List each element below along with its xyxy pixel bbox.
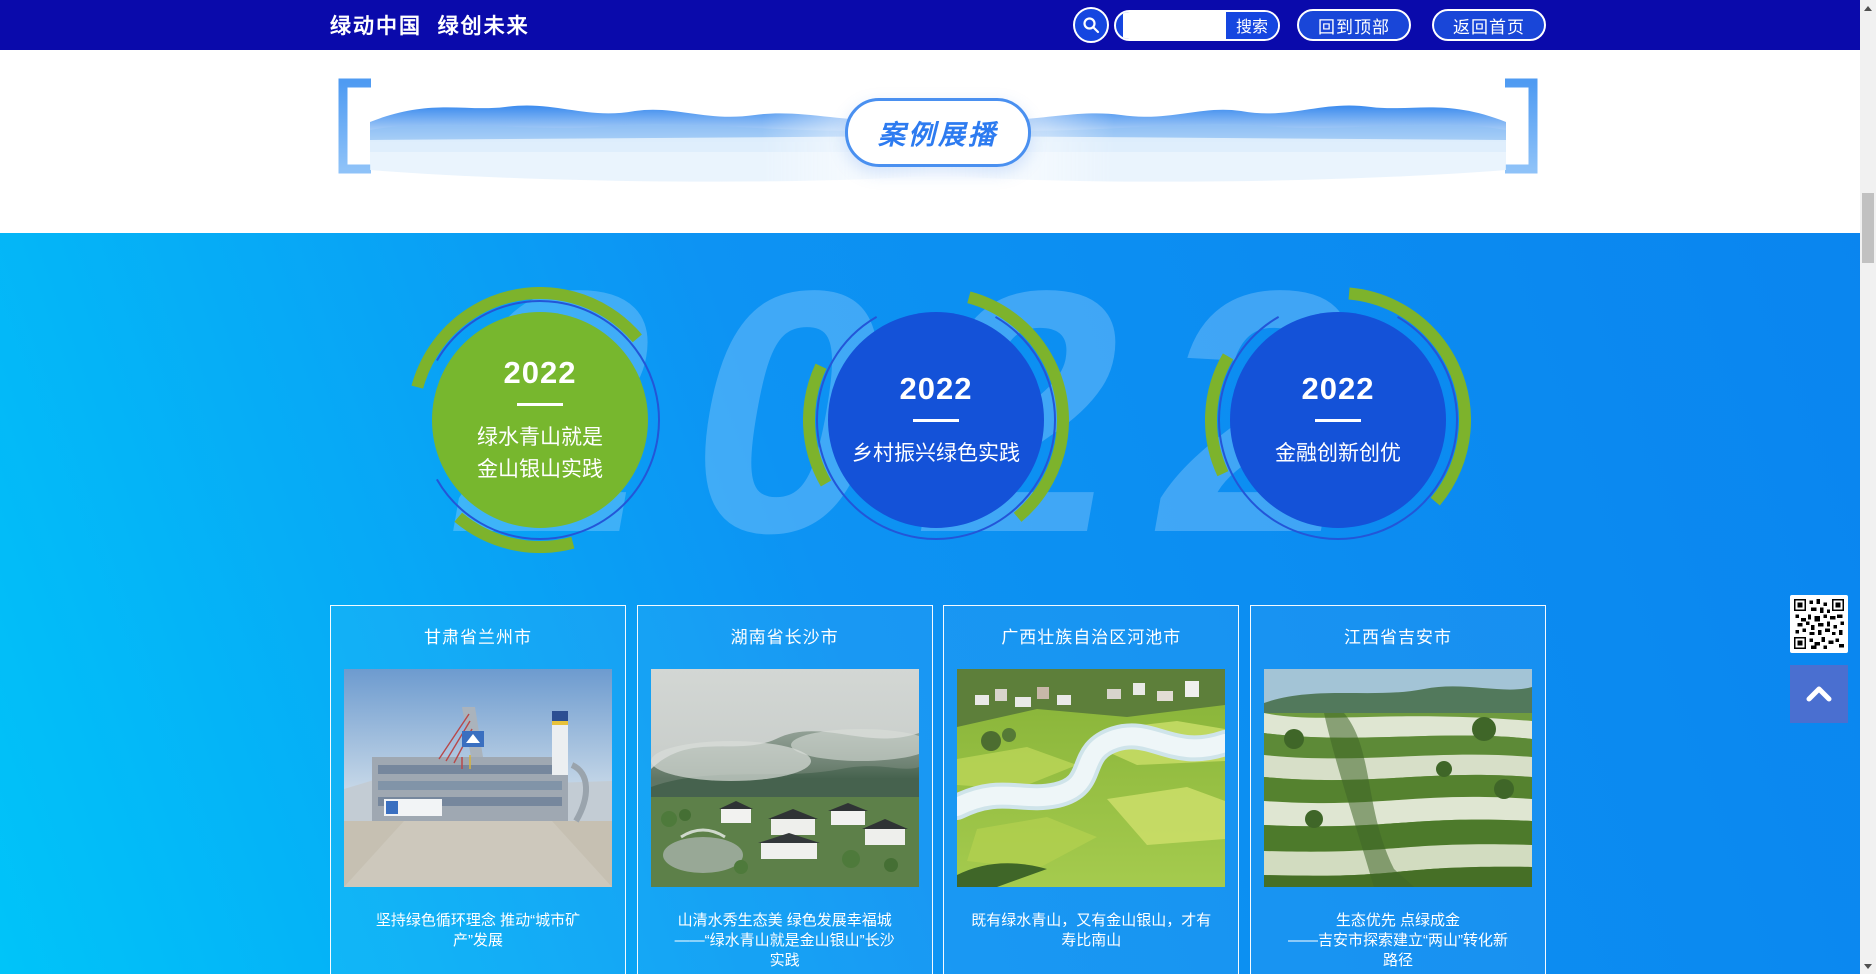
corner-bracket-right <box>1503 78 1543 174</box>
case-card-hechi[interactable]: 广西壮族自治区河池市 <box>943 605 1239 974</box>
industrial-plant-photo <box>344 669 612 887</box>
terraced-fields-photo <box>1264 669 1532 887</box>
case-card-lanzhou[interactable]: 甘肃省兰州市 <box>330 605 626 974</box>
scroll-to-top-button[interactable] <box>1790 665 1848 723</box>
card-city-title: 江西省吉安市 <box>1251 623 1545 648</box>
search-bar: 搜索 <box>1114 10 1280 41</box>
circle-year: 2022 <box>504 355 577 391</box>
scrollbar-thumb[interactable] <box>1862 193 1874 263</box>
section-title: 案例展播 <box>845 98 1031 167</box>
circle-divider <box>517 403 563 406</box>
winding-river-fields-photo <box>957 669 1225 887</box>
misty-mountain-village-photo <box>651 669 919 887</box>
top-navbar: 绿动中国 绿创未来 搜索 回到顶部 返回首页 <box>0 0 1876 50</box>
qr-code <box>1790 595 1848 653</box>
theme-circle-green-mountains: 2022 绿水青山就是 金山银山实践 <box>407 287 673 553</box>
case-cards: 甘肃省兰州市 <box>330 605 1546 974</box>
circle-label: 绿水青山就是 金山银山实践 <box>477 422 603 485</box>
theme-circle-finance-innovation: 2022 金融创新创优 <box>1205 287 1471 553</box>
case-card-jian[interactable]: 江西省吉安市 生态 <box>1250 605 1546 974</box>
circle-divider <box>1315 419 1361 422</box>
card-caption: 既有绿水青山，又有金山银山，才有 寿比南山 <box>944 911 1238 951</box>
card-city-title: 湖南省长沙市 <box>638 623 932 648</box>
vertical-scrollbar[interactable] <box>1860 0 1876 974</box>
card-caption: 生态优先 点绿成金 ——吉安市探索建立“两山”转化新 路径 <box>1251 911 1545 970</box>
search-input[interactable] <box>1123 12 1226 39</box>
corner-bracket-left <box>333 78 373 174</box>
chevron-up-icon <box>1805 685 1833 703</box>
circle-year: 2022 <box>1302 371 1375 407</box>
search-button[interactable]: 搜索 <box>1226 12 1278 39</box>
card-caption: 山清水秀生态美 绿色发展幸福城 ——“绿水青山就是金山银山”长沙 实践 <box>638 911 932 970</box>
scrollbar-up-arrow-icon[interactable] <box>1860 0 1876 16</box>
scrollbar-down-arrow-icon[interactable] <box>1860 958 1876 974</box>
search-icon[interactable] <box>1073 7 1109 43</box>
case-showcase-banner: 案例展播 <box>0 50 1876 233</box>
card-city-title: 广西壮族自治区河池市 <box>944 623 1238 648</box>
circle-year: 2022 <box>900 371 973 407</box>
theme-circles: 2022 绿水青山就是 金山银山实践 2022 乡村振兴绿色实践 <box>330 287 1546 553</box>
site-title: 绿动中国 绿创未来 <box>330 10 530 40</box>
case-card-changsha[interactable]: 湖南省长沙市 <box>637 605 933 974</box>
navbar-right-group: 搜索 回到顶部 返回首页 <box>1073 7 1546 43</box>
magnifier-glyph <box>1082 16 1100 34</box>
theme-circle-rural-revitalization: 2022 乡村振兴绿色实践 <box>803 287 1069 553</box>
circle-label: 金融创新创优 <box>1275 438 1401 470</box>
circle-label: 乡村振兴绿色实践 <box>852 438 1020 470</box>
showcase-section: 2022 2022 绿水青山就是 金山银山实践 <box>0 233 1876 974</box>
card-city-title: 甘肃省兰州市 <box>331 623 625 648</box>
card-caption: 坚持绿色循环理念 推动“城市矿 产”发展 <box>331 911 625 951</box>
back-to-home-button[interactable]: 返回首页 <box>1432 9 1546 41</box>
back-to-top-button[interactable]: 回到顶部 <box>1297 9 1411 41</box>
circle-divider <box>913 419 959 422</box>
